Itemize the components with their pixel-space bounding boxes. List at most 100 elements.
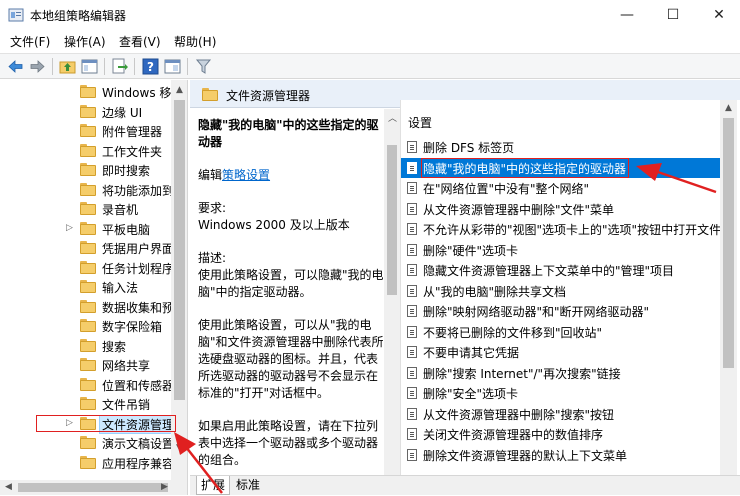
scroll-thumb[interactable] xyxy=(18,483,168,492)
requirements-label: 要求: xyxy=(198,201,227,215)
settings-list: 设置 删除 DFS 标签页隐藏"我的电脑"中的这些指定的驱动器 在"网络位置"中没… xyxy=(400,100,740,480)
tree-item-label: Windows 移 xyxy=(102,86,172,100)
tree-item-label: 数据收集和预 xyxy=(102,300,175,315)
tree-item[interactable]: 工作文件夹 xyxy=(0,142,175,161)
policy-setting-icon xyxy=(407,325,417,338)
tree-item[interactable]: ▷ 平板电脑 xyxy=(0,220,175,239)
tree-item[interactable]: 网络共享 xyxy=(0,356,175,375)
tree-item[interactable]: 应用程序兼容 xyxy=(0,454,175,473)
tree-item-label: 应用程序兼容 xyxy=(102,456,175,471)
forward-arrow-icon[interactable] xyxy=(28,57,47,76)
view-tabs: 扩展 标准 xyxy=(190,475,740,495)
tree-item-label: 位置和传感器 xyxy=(102,378,175,393)
tree-item[interactable]: 录音机 xyxy=(0,200,175,219)
scroll-right-icon[interactable]: ▶ xyxy=(156,479,173,496)
filter-icon[interactable] xyxy=(194,57,213,76)
menu-file[interactable]: 文件(F) xyxy=(10,33,50,50)
setting-row[interactable]: 从文件资源管理器中删除"搜索"按钮 xyxy=(401,404,736,424)
tree-item[interactable]: 文件吊销 xyxy=(0,395,175,414)
description-p3: 如果启用此策略设置，请在下拉列表中选择一个驱动器或多个驱动器的组合。 xyxy=(198,419,379,467)
setting-row[interactable]: 删除"映射网络驱动器"和"断开网络驱动器" xyxy=(401,301,736,321)
policy-setting-icon xyxy=(407,428,417,440)
setting-row[interactable]: 从文件资源管理器中删除"文件"菜单 xyxy=(401,199,736,219)
tree-item[interactable]: 数字保险箱 xyxy=(0,317,175,336)
setting-row[interactable]: 删除文件资源管理器的默认上下文菜单 xyxy=(401,445,736,465)
scroll-down-icon[interactable]: ▼ xyxy=(171,440,187,457)
folder-icon xyxy=(80,163,96,176)
tree-item[interactable]: 输入法 xyxy=(0,278,175,297)
tree-item[interactable]: 搜索 xyxy=(0,337,175,356)
tab-extended[interactable]: 扩展 xyxy=(196,476,231,495)
tree-item-label: 文件吊销 xyxy=(102,398,151,412)
settings-scrollbar[interactable]: ▲ xyxy=(720,100,737,480)
setting-label: 删除 DFS 标签页 xyxy=(423,141,515,155)
scroll-thumb[interactable] xyxy=(723,118,734,368)
expand-chevron-icon[interactable]: ▷ xyxy=(66,223,73,233)
description-scrollbar[interactable]: ︿ xyxy=(384,109,400,475)
toolbar: ? xyxy=(0,53,740,79)
setting-label: 删除"搜索 Internet"/"再次搜索"链接 xyxy=(423,366,621,381)
policy-setting-icon xyxy=(407,407,417,420)
tree-item[interactable]: 将功能添加到 xyxy=(0,181,175,200)
folder-icon xyxy=(80,221,96,235)
tree-item[interactable]: 数据收集和预 xyxy=(0,298,175,317)
tree-item-label: 工作文件夹 xyxy=(102,144,163,159)
setting-row[interactable]: 删除"硬件"选项卡 xyxy=(401,240,736,260)
setting-row[interactable]: 从"我的电脑"删除共享文档 xyxy=(401,281,736,301)
scroll-up-icon[interactable]: ▲ xyxy=(171,82,187,99)
annotation-highlight-box xyxy=(36,414,176,432)
tree-item-label: 录音机 xyxy=(102,203,139,217)
setting-row[interactable]: 不要申请其它凭据 xyxy=(401,342,736,362)
scroll-left-icon[interactable]: ◀ xyxy=(0,479,17,496)
tree-item[interactable]: 演示文稿设置 xyxy=(0,434,175,453)
setting-row[interactable]: 关闭文件资源管理器中的数值排序 xyxy=(401,424,736,444)
export-icon[interactable] xyxy=(110,57,129,76)
window-title: 本地组策略编辑器 xyxy=(30,9,127,23)
setting-row[interactable]: 隐藏"我的电脑"中的这些指定的驱动器 xyxy=(401,157,736,178)
edit-prefix: 编辑 xyxy=(198,168,223,182)
setting-label: 删除"安全"选项卡 xyxy=(423,387,519,401)
menu-action[interactable]: 操作(A) xyxy=(64,33,106,50)
tree-item[interactable]: 即时搜索 xyxy=(0,161,175,180)
properties-icon[interactable] xyxy=(163,57,182,76)
help-icon[interactable]: ? xyxy=(141,57,160,76)
close-button[interactable]: ✕ xyxy=(696,0,740,30)
minimize-button[interactable]: — xyxy=(604,0,650,30)
tree-item[interactable]: 凭据用户界面 xyxy=(0,239,175,258)
setting-label: 删除"映射网络驱动器"和"断开网络驱动器" xyxy=(423,305,650,319)
tree-item[interactable]: Windows 移 xyxy=(0,83,175,102)
scroll-up-icon[interactable]: ︿ xyxy=(384,111,401,128)
folder-icon xyxy=(80,455,96,469)
setting-row[interactable]: 删除"搜索 Internet"/"再次搜索"链接 xyxy=(401,363,736,383)
setting-row[interactable]: 删除 DFS 标签页 xyxy=(401,137,736,157)
requirements-value: Windows 2000 及以上版本 xyxy=(198,218,350,232)
setting-row[interactable]: 删除"安全"选项卡 xyxy=(401,383,736,403)
tree-horizontal-scrollbar[interactable]: ◀ ▶ xyxy=(0,480,188,495)
tree-item[interactable]: 任务计划程序 xyxy=(0,259,175,278)
tree-item[interactable]: 位置和传感器 xyxy=(0,376,175,395)
details-header-title: 文件资源管理器 xyxy=(226,89,311,103)
scroll-thumb[interactable] xyxy=(387,145,397,295)
tree-item[interactable]: 附件管理器 xyxy=(0,122,175,141)
up-folder-icon[interactable] xyxy=(58,57,77,76)
folder-icon xyxy=(80,143,96,157)
menu-help[interactable]: 帮助(H) xyxy=(174,33,216,50)
setting-row[interactable]: 隐藏文件资源管理器上下文菜单中的"管理"项目 xyxy=(401,260,736,280)
setting-row[interactable]: 不允许从彩带的"视图"选项卡上的"选项"按钮中打开文件夹 xyxy=(401,219,736,239)
menu-view[interactable]: 查看(V) xyxy=(119,33,161,50)
scroll-thumb[interactable] xyxy=(174,100,185,400)
settings-column-header[interactable]: 设置 xyxy=(408,114,432,131)
scroll-up-icon[interactable]: ▲ xyxy=(720,100,737,117)
maximize-button[interactable]: ☐ xyxy=(650,0,696,30)
setting-row[interactable]: 不要将已删除的文件移到"回收站" xyxy=(401,322,736,342)
back-arrow-icon[interactable] xyxy=(6,57,25,76)
toolbar-separator xyxy=(104,58,105,75)
tree-item[interactable]: 边缘 UI xyxy=(0,103,175,122)
svg-text:?: ? xyxy=(147,60,154,74)
edit-policy-link[interactable]: 策略设置 xyxy=(222,168,270,182)
tab-standard[interactable]: 标准 xyxy=(232,476,264,495)
setting-row[interactable]: 在"网络位置"中没有"整个网络" xyxy=(401,178,736,198)
app-icon xyxy=(8,8,24,22)
show-tree-icon[interactable] xyxy=(80,57,99,76)
setting-label: 隐藏文件资源管理器上下文菜单中的"管理"项目 xyxy=(423,264,675,278)
